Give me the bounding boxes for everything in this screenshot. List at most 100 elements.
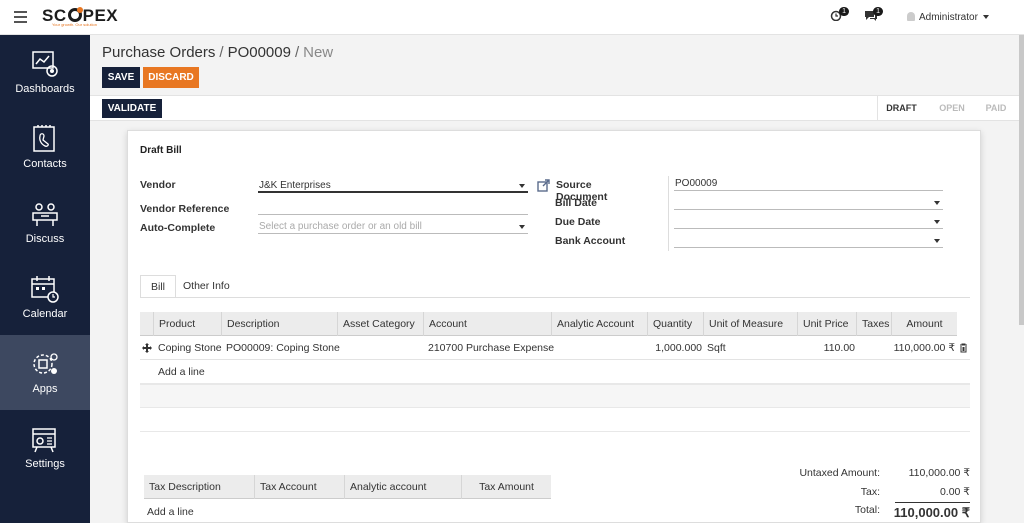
empty-row: [140, 408, 970, 432]
top-bar: SC PEX Your growth. Our solution 1 1 Admi…: [0, 0, 1024, 35]
auto-complete-field[interactable]: Select a purchase order or an old bill: [258, 220, 528, 234]
form-title: Draft Bill: [140, 145, 182, 156]
activity-badge: 1: [839, 7, 849, 16]
col-unit-price[interactable]: Unit Price: [797, 312, 856, 336]
avatar: [907, 12, 915, 21]
add-tax-line-link[interactable]: Add a line: [147, 506, 194, 518]
user-menu[interactable]: Administrator: [907, 12, 989, 23]
auto-complete-label: Auto-Complete: [140, 222, 216, 234]
col-analytic-account[interactable]: Analytic Account: [551, 312, 647, 336]
cell-product[interactable]: Coping Stone: [158, 336, 222, 360]
bill-date-field[interactable]: [674, 196, 943, 210]
col-tax-account[interactable]: Tax Account: [254, 475, 344, 499]
calendar-icon: [31, 276, 59, 303]
tab-divider: [140, 297, 970, 298]
apps-icon: [33, 353, 58, 374]
external-link-icon[interactable]: [537, 179, 550, 192]
col-asset-category[interactable]: Asset Category: [337, 312, 423, 336]
chevron-down-icon[interactable]: [519, 225, 525, 229]
vendor-reference-field[interactable]: [258, 201, 528, 215]
sidebar-item-label: Contacts: [23, 158, 67, 170]
breadcrumb: Purchase Orders / PO00009/New: [102, 44, 334, 61]
empty-row: [140, 384, 970, 408]
vendor-label: Vendor: [140, 179, 176, 191]
col-tax-description[interactable]: Tax Description: [144, 475, 254, 499]
form-divider: [668, 176, 669, 251]
sidebar-item-label: Discuss: [25, 233, 65, 245]
activity-icon[interactable]: 1: [830, 7, 849, 22]
sidebar-item-calendar[interactable]: Calendar: [0, 260, 90, 335]
untaxed-amount-label: Untaxed Amount:: [799, 467, 880, 479]
breadcrumb-current: New: [303, 44, 334, 61]
discard-button[interactable]: DISCARD: [143, 67, 199, 88]
menu-icon[interactable]: [14, 11, 27, 23]
col-taxes[interactable]: Taxes: [856, 312, 891, 336]
settings-icon: [32, 428, 56, 453]
tab-other-info[interactable]: Other Info: [173, 275, 240, 298]
cell-unit-of-measure[interactable]: Sqft: [707, 336, 726, 360]
table-row[interactable]: Coping Stone PO00009: Coping Stone 21070…: [140, 336, 970, 360]
sidebar-item-label: Dashboards: [15, 83, 75, 95]
tax-value: 0.00 ₹: [939, 486, 970, 498]
sidebar-item-apps[interactable]: Apps: [0, 335, 90, 410]
breadcrumb-purchase-orders[interactable]: Purchase Orders: [102, 44, 215, 61]
col-quantity[interactable]: Quantity: [647, 312, 703, 336]
stage-paid[interactable]: PAID: [976, 96, 1016, 121]
sidebar-item-contacts[interactable]: Contacts: [0, 110, 90, 185]
bill-date-label: Bill Date: [555, 197, 598, 209]
drag-handle-icon[interactable]: [142, 343, 152, 353]
col-account[interactable]: Account: [423, 312, 551, 336]
sidebar-item-label: Settings: [25, 458, 65, 470]
breadcrumb-po[interactable]: PO00009: [228, 44, 291, 61]
cell-description[interactable]: PO00009: Coping Stone: [226, 336, 340, 360]
bank-account-field[interactable]: [674, 234, 943, 248]
chevron-down-icon[interactable]: [934, 239, 940, 243]
cell-amount[interactable]: 110,000.00 ₹: [875, 336, 955, 360]
bank-account-label: Bank Account: [555, 235, 626, 247]
stage-draft[interactable]: DRAFT: [877, 96, 925, 121]
cell-account[interactable]: 210700 Purchase Expense: [428, 336, 554, 360]
tax-table-header: Tax Description Tax Account Analytic acc…: [144, 475, 551, 499]
tab-bill[interactable]: Bill: [140, 275, 177, 298]
col-unit-of-measure[interactable]: Unit of Measure: [703, 312, 797, 336]
sidebar-item-label: Apps: [32, 383, 58, 395]
chevron-down-icon[interactable]: [934, 220, 940, 224]
vendor-value: J&K Enterprises: [259, 180, 331, 191]
empty-row: [140, 360, 970, 384]
trash-icon[interactable]: [959, 343, 968, 353]
total-value: 110,000.00 ₹: [893, 505, 970, 520]
chevron-down-icon[interactable]: [519, 184, 525, 188]
cell-quantity[interactable]: 1,000.000: [647, 336, 702, 360]
sidebar: Dashboards Contacts Discuss Calendar App…: [0, 35, 90, 523]
col-description[interactable]: Description: [221, 312, 337, 336]
sidebar-item-settings[interactable]: Settings: [0, 410, 90, 485]
auto-complete-placeholder: Select a purchase order or an old bill: [259, 221, 422, 232]
chevron-down-icon[interactable]: [934, 201, 940, 205]
vendor-reference-label: Vendor Reference: [140, 203, 230, 215]
source-document-field[interactable]: PO00009: [674, 177, 943, 191]
due-date-field[interactable]: [674, 215, 943, 229]
bill-form-sheet: Draft Bill Vendor J&K Enterprises Vendor…: [127, 130, 981, 523]
col-tax-analytic-account[interactable]: Analytic account: [344, 475, 461, 499]
chevron-down-icon: [982, 15, 989, 19]
status-bar: VALIDATE DRAFT OPEN PAID: [90, 95, 1024, 121]
contacts-icon: [33, 125, 55, 152]
tax-label: Tax:: [860, 486, 880, 498]
untaxed-amount-value: 110,000.00 ₹: [908, 467, 970, 479]
cell-unit-price[interactable]: 110.00: [797, 336, 855, 360]
col-amount[interactable]: Amount: [891, 312, 957, 336]
messages-badge: 1: [873, 7, 883, 16]
total-divider: [895, 502, 970, 503]
col-product[interactable]: Product: [153, 312, 221, 336]
validate-button[interactable]: VALIDATE: [102, 99, 162, 118]
col-tax-amount[interactable]: Tax Amount: [461, 475, 551, 499]
vendor-field[interactable]: J&K Enterprises: [258, 179, 528, 193]
sidebar-item-label: Calendar: [22, 308, 68, 320]
dashboard-icon: [32, 51, 58, 77]
messages-icon[interactable]: 1: [864, 7, 883, 21]
save-button[interactable]: SAVE: [102, 67, 140, 88]
scrollbar[interactable]: [1019, 35, 1024, 325]
sidebar-item-discuss[interactable]: Discuss: [0, 185, 90, 260]
stage-open[interactable]: OPEN: [928, 96, 976, 121]
sidebar-item-dashboards[interactable]: Dashboards: [0, 35, 90, 110]
